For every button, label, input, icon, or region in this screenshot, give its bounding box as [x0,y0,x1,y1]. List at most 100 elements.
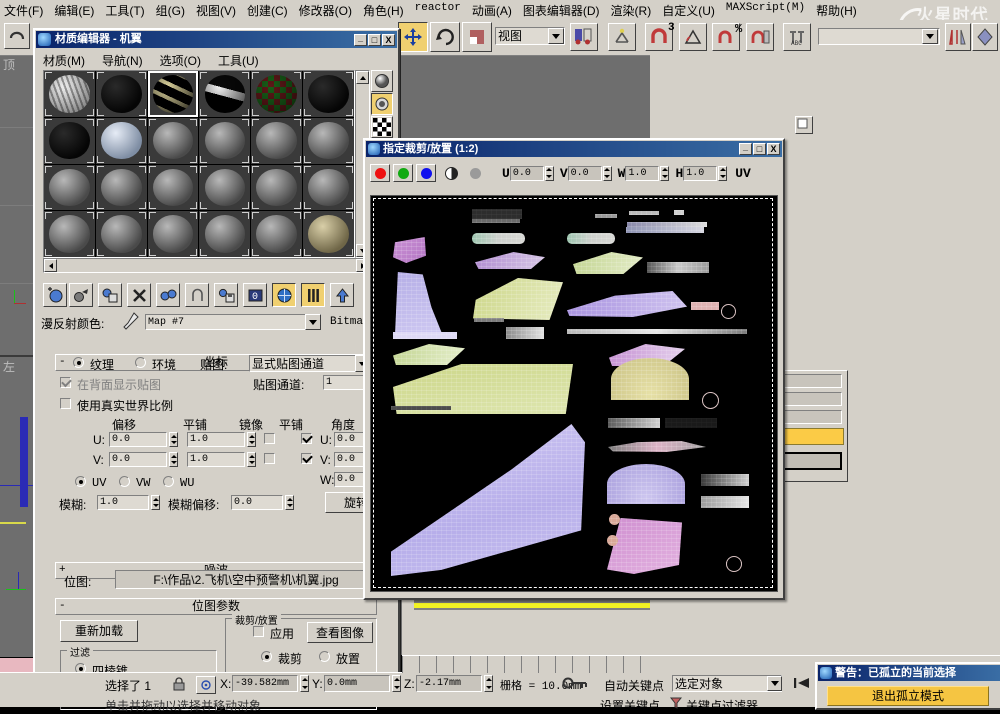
me-menu-utilities[interactable]: 工具(U) [218,52,259,69]
u-tiling-spinner[interactable] [247,432,256,447]
material-slot[interactable] [148,118,199,164]
crop-place-window[interactable]: 指定裁剪/放置 (1:2) _ □ X U 0.0 V 0.0 W 1.0 H … [363,138,785,600]
menu-bar[interactable]: 文件(F) 编辑(E) 工具(T) 组(G) 视图(V) 创建(C) 修改器(O… [0,0,1000,20]
x-spinner[interactable] [300,675,309,692]
texture-radio[interactable] [73,357,84,369]
key-mode-icon[interactable] [562,675,590,694]
crop-minimize-button[interactable]: _ [739,143,752,155]
menu-item-rendering[interactable]: 渲染(R) [611,2,652,19]
crop-window-titlebar[interactable]: 指定裁剪/放置 (1:2) _ □ X [366,141,782,157]
material-slot[interactable] [199,118,250,164]
put-material-to-scene-icon[interactable] [69,283,93,307]
me-menu-options[interactable]: 选项(O) [160,52,201,69]
auto-key-button[interactable]: 自动关键点 [604,677,664,694]
put-to-library-icon[interactable] [214,283,238,307]
crop-h-spin[interactable] [718,166,727,181]
slots-scroll-up-arrow[interactable] [356,71,369,84]
reset-map-icon[interactable] [127,283,151,307]
assign-material-to-selection-icon[interactable] [98,283,122,307]
apply-checkbox[interactable] [253,626,264,638]
y-field[interactable]: 0.0mm [324,675,390,692]
crop-radio[interactable] [261,651,272,663]
crop-u-spin[interactable] [545,166,554,181]
u-tile-checkbox[interactable] [301,433,312,445]
go-to-parent-icon[interactable] [330,283,354,307]
material-slot[interactable] [251,71,302,117]
bitmap-path-button[interactable]: F:\作品\2.飞机\空中预警机\机翼.jpg [115,570,377,589]
select-and-move-icon[interactable] [398,22,428,52]
crop-u-value[interactable]: 0.0 [510,166,544,181]
material-editor-window[interactable]: 材质编辑器 - 机翼 _ □ X 材质(M) 导航(N) 选项(O) 工具(U) [33,28,400,680]
make-unique-icon[interactable] [185,283,209,307]
crop-w-spin[interactable] [660,166,669,181]
menu-item-tools[interactable]: 工具(T) [105,2,144,19]
y-spinner[interactable] [392,675,401,692]
green-channel-icon[interactable] [393,164,413,182]
crop-v-value[interactable]: 0.0 [568,166,602,181]
blur-field[interactable]: 1.0 [97,495,149,510]
angle-snap-icon[interactable] [679,23,707,51]
red-channel-icon[interactable] [370,164,390,182]
midpanel-highlight[interactable] [784,428,844,445]
mapping-dropdown[interactable]: 显式贴图通道 [249,355,359,372]
menu-item-modifiers[interactable]: 修改器(O) [299,2,352,19]
menu-item-maxscript[interactable]: MAXScript(M) [726,2,805,19]
me-menu-navigation[interactable]: 导航(N) [102,52,143,69]
minimize-button[interactable]: _ [354,34,367,46]
me-menu-material[interactable]: 材质(M) [43,52,85,69]
material-slot[interactable] [44,118,95,164]
material-slot[interactable] [199,211,250,257]
blue-channel-icon[interactable] [416,164,436,182]
vw-radio[interactable] [119,476,130,488]
material-slot[interactable] [303,165,354,211]
bitmap-params-rollout-header[interactable]: - 位图参数 [55,598,377,615]
view-image-button[interactable]: 查看图像 [307,622,373,643]
me-side-tools[interactable] [371,70,395,139]
map-name-field[interactable]: Map #7 [145,314,310,330]
panel-float-button[interactable] [795,116,813,134]
midpanel-field-1[interactable] [784,374,842,388]
midpanel-field-2[interactable] [784,392,842,406]
menu-item-help[interactable]: 帮助(H) [816,2,857,19]
material-editor-menubar[interactable]: 材质(M) 导航(N) 选项(O) 工具(U) [43,52,259,69]
background-checker-icon[interactable] [371,116,393,138]
make-material-copy-icon[interactable] [156,283,180,307]
menu-item-create[interactable]: 创建(C) [247,2,288,19]
maximize-button[interactable]: □ [368,34,381,46]
mono-channel-icon[interactable] [466,164,484,182]
v-offset-field[interactable]: 0.0 [109,452,167,467]
sample-type-icon[interactable] [371,70,393,92]
u-mirror-checkbox[interactable] [264,433,275,445]
u-offset-field[interactable]: 0.0 [109,432,167,447]
material-slot[interactable] [303,71,354,117]
crop-image-canvas[interactable] [370,195,778,592]
material-slot[interactable] [251,118,302,164]
material-sample-slots[interactable] [43,70,355,258]
select-and-scale-icon[interactable] [462,22,492,52]
material-slot[interactable] [96,211,147,257]
menu-item-character[interactable]: 角色(H) [363,2,404,19]
named-selection-sets-icon[interactable]: ABC [783,23,811,51]
coordinates-rollout-toggle[interactable]: - [59,355,66,369]
use-pivot-center-icon[interactable] [570,23,598,51]
blur-offset-field[interactable]: 0.0 [231,495,283,510]
x-field[interactable]: -39.582mm [232,675,298,692]
mirror-icon[interactable] [945,23,971,51]
menu-item-views[interactable]: 视图(V) [196,2,236,19]
map-name-dropdown-icon[interactable] [305,314,321,330]
crop-toolbar[interactable]: U 0.0 V 0.0 W 1.0 H 1.0 UV [370,162,776,184]
alpha-channel-icon[interactable] [442,164,460,182]
material-slot[interactable] [44,71,95,117]
named-selection-dropdown-icon[interactable] [922,29,938,44]
z-spinner[interactable] [484,675,493,692]
v-tiling-field[interactable]: 1.0 [187,452,245,467]
menu-item-edit[interactable]: 编辑(E) [54,2,94,19]
crop-v-spin[interactable] [603,166,612,181]
blur-offset-spinner[interactable] [285,495,294,510]
material-slot[interactable] [199,71,250,117]
crop-maximize-button[interactable]: □ [753,143,766,155]
material-slot[interactable] [96,118,147,164]
menu-item-customize[interactable]: 自定义(U) [662,2,715,19]
backlight-icon[interactable] [371,93,393,115]
crop-w-value[interactable]: 1.0 [625,166,659,181]
